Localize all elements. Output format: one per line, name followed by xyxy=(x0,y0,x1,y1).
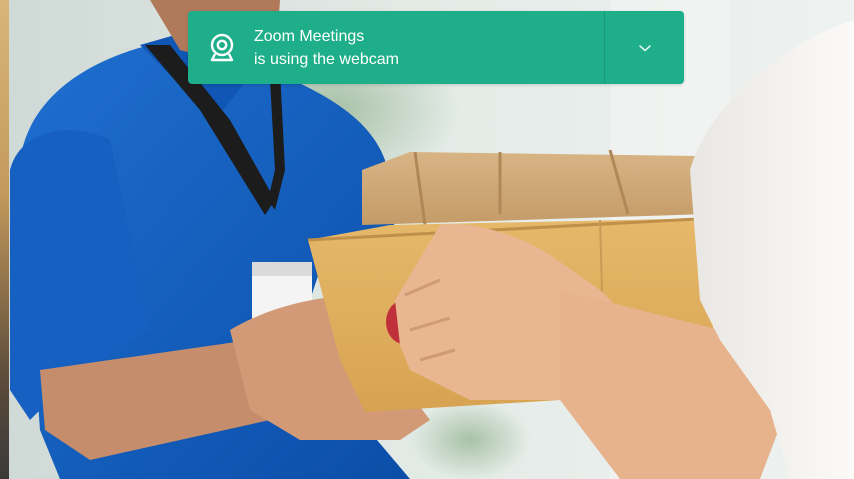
window-edge xyxy=(0,0,9,479)
webcam-icon xyxy=(210,33,234,62)
notification-expand-button[interactable] xyxy=(605,11,684,84)
chevron-down-icon xyxy=(638,44,651,51)
notification-text: Zoom Meetings is using the webcam xyxy=(254,25,399,71)
webcam-notification[interactable]: Zoom Meetings is using the webcam xyxy=(188,11,684,84)
notification-app-name: Zoom Meetings xyxy=(254,28,365,45)
notification-message: is using the webcam xyxy=(254,51,399,68)
